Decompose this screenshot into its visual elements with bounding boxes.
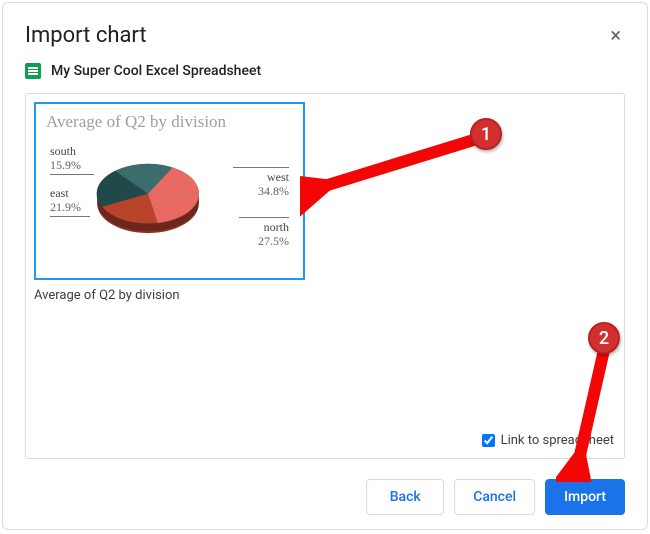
file-row: My Super Cool Excel Spreadsheet bbox=[25, 63, 625, 79]
import-button[interactable]: Import bbox=[545, 479, 625, 515]
link-to-spreadsheet-label: Link to spreadsheet bbox=[501, 433, 614, 448]
slice-label-south: south 15.9% bbox=[50, 144, 81, 173]
slice-label-west: west 34.8% bbox=[258, 170, 289, 199]
dialog-footer: Back Cancel Import bbox=[25, 471, 625, 515]
import-chart-dialog: Import chart × My Super Cool Excel Sprea… bbox=[2, 2, 648, 530]
slice-label-east: east 21.9% bbox=[50, 186, 81, 215]
chart-thumbnail[interactable]: Average of Q2 by division south 15.9% ea… bbox=[34, 102, 305, 280]
pie-chart: south 15.9% east 21.9% west 34.8% north … bbox=[46, 138, 293, 268]
link-to-spreadsheet-checkbox[interactable] bbox=[482, 434, 495, 447]
dialog-title: Import chart bbox=[25, 23, 147, 48]
link-to-spreadsheet-row[interactable]: Link to spreadsheet bbox=[478, 431, 614, 450]
sheets-icon bbox=[25, 63, 41, 79]
dialog-header: Import chart × bbox=[25, 21, 625, 49]
cancel-button[interactable]: Cancel bbox=[454, 479, 535, 515]
chart-picker-area: Average of Q2 by division south 15.9% ea… bbox=[25, 93, 625, 459]
slice-label-north: north 27.5% bbox=[258, 220, 289, 249]
back-button[interactable]: Back bbox=[366, 479, 444, 515]
close-icon[interactable]: × bbox=[606, 21, 625, 49]
pie-3d bbox=[86, 156, 210, 238]
chart-caption: Average of Q2 by division bbox=[34, 288, 616, 303]
chart-title: Average of Q2 by division bbox=[46, 112, 293, 132]
file-name: My Super Cool Excel Spreadsheet bbox=[51, 63, 261, 79]
annotation-badge-2: 2 bbox=[588, 322, 620, 354]
annotation-badge-1: 1 bbox=[470, 118, 502, 150]
